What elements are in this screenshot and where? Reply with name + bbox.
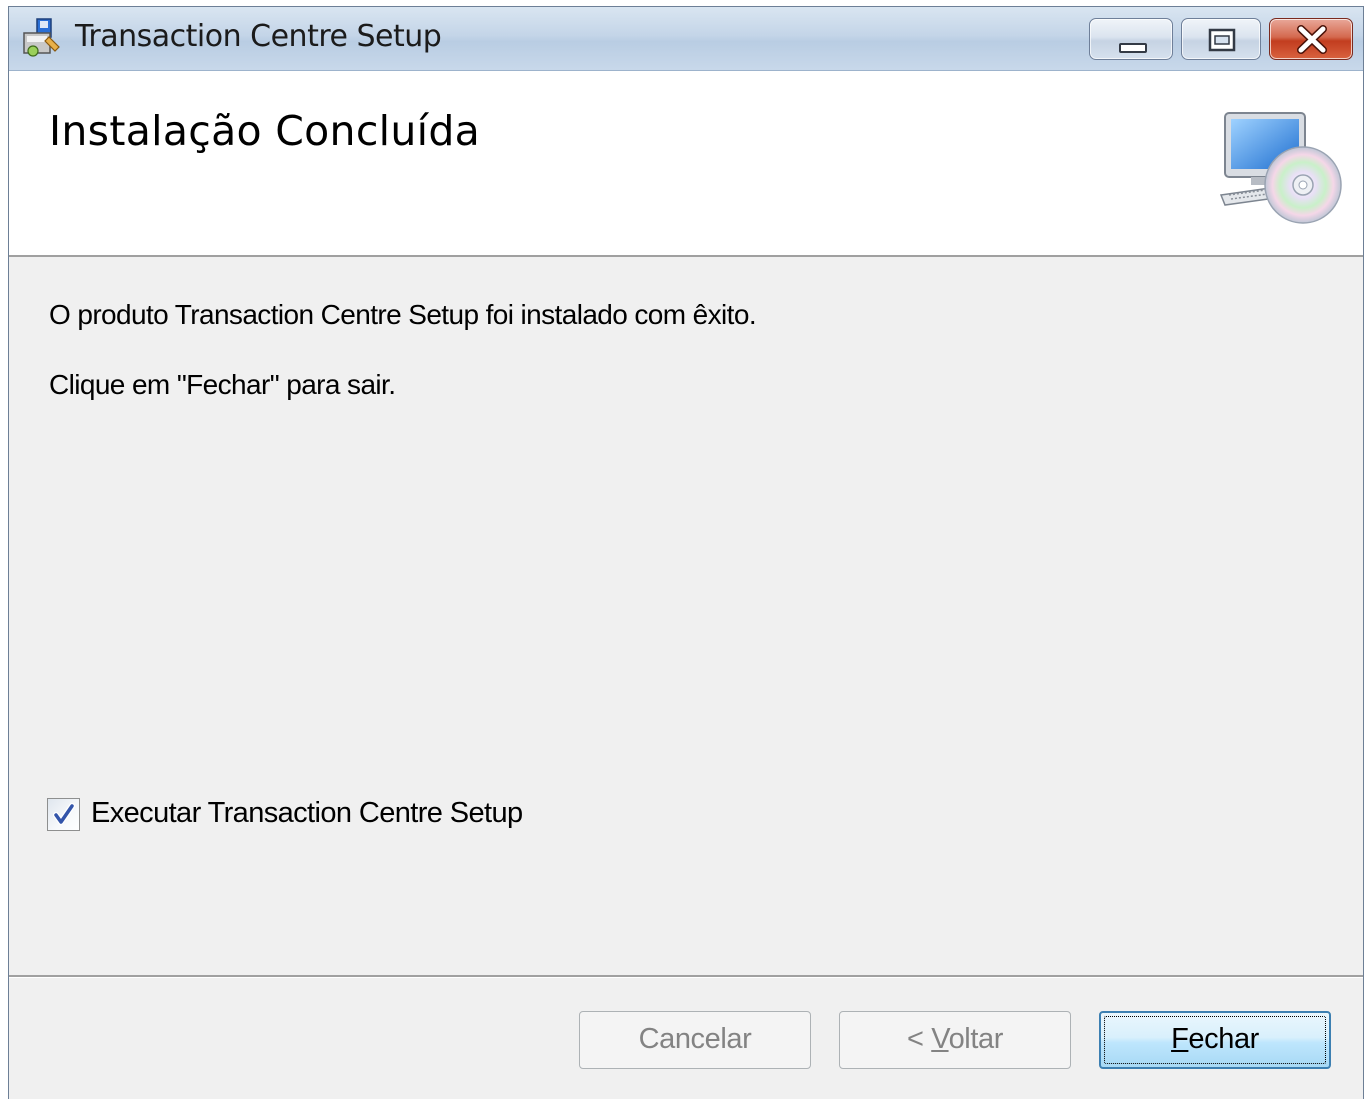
back-button-mnemonic: V — [931, 1023, 949, 1055]
run-app-checkbox[interactable] — [47, 798, 80, 831]
run-app-checkbox-label[interactable]: Executar Transaction Centre Setup — [91, 797, 523, 830]
minimize-icon — [1119, 43, 1147, 53]
success-message: O produto Transaction Centre Setup foi i… — [49, 299, 757, 330]
checkmark-icon — [53, 803, 75, 825]
close-button-label: echar — [1188, 1023, 1259, 1055]
page-title: Instalação Concluída — [49, 107, 481, 155]
cancel-button[interactable]: Cancelar — [579, 1011, 811, 1069]
back-button-label: oltar — [948, 1023, 1004, 1055]
close-icon — [1297, 25, 1327, 54]
minimize-button[interactable] — [1089, 18, 1173, 60]
close-button[interactable]: Fechar — [1099, 1011, 1331, 1069]
close-window-button[interactable] — [1269, 18, 1353, 60]
back-button-prefix: < — [907, 1023, 932, 1055]
close-button-mnemonic: F — [1171, 1023, 1189, 1055]
installer-app-icon — [23, 18, 60, 57]
setup-window: Transaction Centre Setup Instalação Conc… — [8, 6, 1364, 1099]
window-title: Transaction Centre Setup — [75, 19, 442, 54]
footer-divider — [9, 975, 1363, 978]
title-bar[interactable]: Transaction Centre Setup — [9, 7, 1363, 71]
back-button[interactable]: < Voltar — [839, 1011, 1071, 1069]
maximize-icon — [1208, 28, 1236, 52]
computer-cd-setup-icon — [1219, 112, 1342, 224]
maximize-button[interactable] — [1181, 18, 1261, 60]
header-banner: Instalação Concluída — [9, 71, 1363, 257]
instruction-message: Clique em "Fechar" para sair. — [49, 369, 396, 400]
